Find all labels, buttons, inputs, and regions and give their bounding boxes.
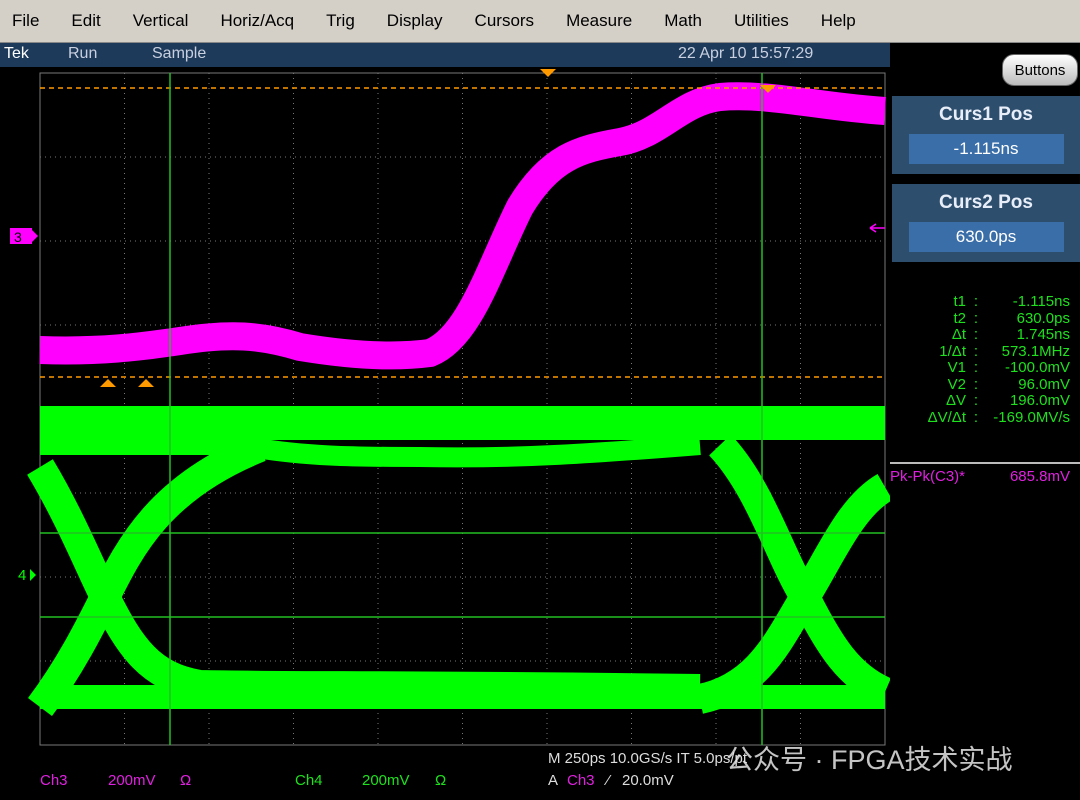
ch4-scale[interactable]: 200mV <box>362 772 410 789</box>
readout-colon: : <box>973 359 979 376</box>
menu-file[interactable]: File <box>0 11 59 31</box>
readout-colon: : <box>973 392 979 409</box>
waveform-display[interactable]: 34 <box>0 67 890 800</box>
menu-math[interactable]: Math <box>652 11 722 31</box>
readout-label: ΔV/Δt <box>927 408 966 426</box>
readout-row: 1/Δt: 573.1MHz <box>890 342 1070 361</box>
curs1-title: Curs1 Pos <box>939 104 1033 125</box>
readout-label: t1 <box>953 293 966 310</box>
ch3-arrow-icon <box>32 230 38 242</box>
trigger-prefix: A <box>548 772 559 789</box>
readout-row: ΔV/Δt: -169.0MV/s <box>890 408 1070 427</box>
ch4-arrow-icon <box>30 569 36 581</box>
measurement-value: 685.8mV <box>1009 468 1070 485</box>
readout-label: Δt <box>951 326 966 343</box>
readout-colon: : <box>973 293 979 310</box>
readout-value: 630.0ps <box>1016 309 1070 327</box>
readout-row: V1: -100.0mV <box>890 359 1070 377</box>
menu-display[interactable]: Display <box>375 11 463 31</box>
curs2-value[interactable]: 630.0ps <box>908 222 1064 252</box>
menu-bar: File Edit Vertical Horiz/Acq Trig Display Curs… <box>0 0 1080 43</box>
readout-value: -169.0MV/s <box>993 408 1070 426</box>
readout-label: V1 <box>947 359 966 376</box>
ch4-name[interactable]: Ch4 <box>295 772 323 789</box>
readout-colon: : <box>973 326 979 343</box>
curs1-value[interactable]: -1.115ns <box>908 134 1064 164</box>
menu-measure[interactable]: Measure <box>554 11 652 31</box>
readout-value: 196.0mV <box>1009 392 1070 409</box>
readout-value: -100.0mV <box>1004 359 1070 376</box>
readout-label: ΔV <box>945 392 966 409</box>
ch3-marker-label: 3 <box>14 229 22 245</box>
readout-row: V2: 96.0mV <box>890 375 1070 394</box>
measurement-label: Pk-Pk(C3)* <box>890 468 966 485</box>
horizontal-settings[interactable]: M 250ps 10.0GS/s IT 5.0ps/pt <box>548 750 747 767</box>
ch3-coupling: Ω <box>180 772 192 789</box>
readout-row: Δt: 1.745ns <box>890 326 1070 344</box>
trigger-source[interactable]: Ch3 <box>567 772 595 789</box>
readout-value: 96.0mV <box>1018 375 1070 393</box>
menu-cursors[interactable]: Cursors <box>463 11 555 31</box>
status-bar: Tek Run Sample 22 Apr 10 15:57:29 <box>0 43 890 67</box>
brand-label: Tek <box>4 45 29 62</box>
cursor-readout: t1: -1.115ns t2: 630.0ps Δt: 1.745ns 1/Δt: 573.… <box>890 293 1070 427</box>
ch4-coupling: Ω <box>435 772 447 789</box>
readout-colon: : <box>973 375 979 393</box>
readout-colon: : <box>973 408 979 426</box>
acq-mode[interactable]: Sample <box>152 45 206 63</box>
menu-vertical[interactable]: Vertical <box>121 11 209 31</box>
menu-utilities[interactable]: Utilities <box>722 11 809 31</box>
readout-label: V2 <box>947 375 966 393</box>
measurement-pkpk: Pk-Pk(C3)* 685.8mV <box>890 462 1080 485</box>
menu-trig[interactable]: Trig <box>314 11 375 31</box>
readout-colon: : <box>973 342 979 360</box>
menu-horizacq[interactable]: Horiz/Acq <box>208 11 314 31</box>
ch3-name[interactable]: Ch3 <box>40 772 68 789</box>
curs1-panel[interactable]: Curs1 Pos -1.115ns <box>892 96 1080 174</box>
readout-label: t2 <box>953 309 966 327</box>
run-state[interactable]: Run <box>68 45 97 63</box>
readout-row: ΔV: 196.0mV <box>890 392 1070 410</box>
readout-colon: : <box>973 309 979 327</box>
readout-row: t1: -1.115ns <box>890 293 1070 311</box>
ch4-marker-label: 4 <box>18 567 26 584</box>
ch3-scale[interactable]: 200mV <box>108 772 156 789</box>
curs2-panel[interactable]: Curs2 Pos 630.0ps <box>892 184 1080 262</box>
readout-row: t2: 630.0ps <box>890 309 1070 328</box>
watermark: 公众号 · FPGA技术实战 <box>726 745 1013 775</box>
readout-value: 573.1MHz <box>1001 342 1070 360</box>
menu-edit[interactable]: Edit <box>59 11 120 31</box>
readout-value: 1.745ns <box>1016 326 1070 343</box>
datetime: 22 Apr 10 15:57:29 <box>678 45 814 62</box>
readout-value: -1.115ns <box>1012 293 1070 310</box>
readout-label: 1/Δt <box>939 342 966 360</box>
curs2-title: Curs2 Pos <box>939 192 1033 213</box>
trigger-level[interactable]: 20.0mV <box>622 772 674 789</box>
trigger-slope-icon: ⁄ <box>607 772 610 789</box>
buttons-button[interactable]: Buttons <box>1002 54 1078 86</box>
menu-help[interactable]: Help <box>809 11 876 31</box>
